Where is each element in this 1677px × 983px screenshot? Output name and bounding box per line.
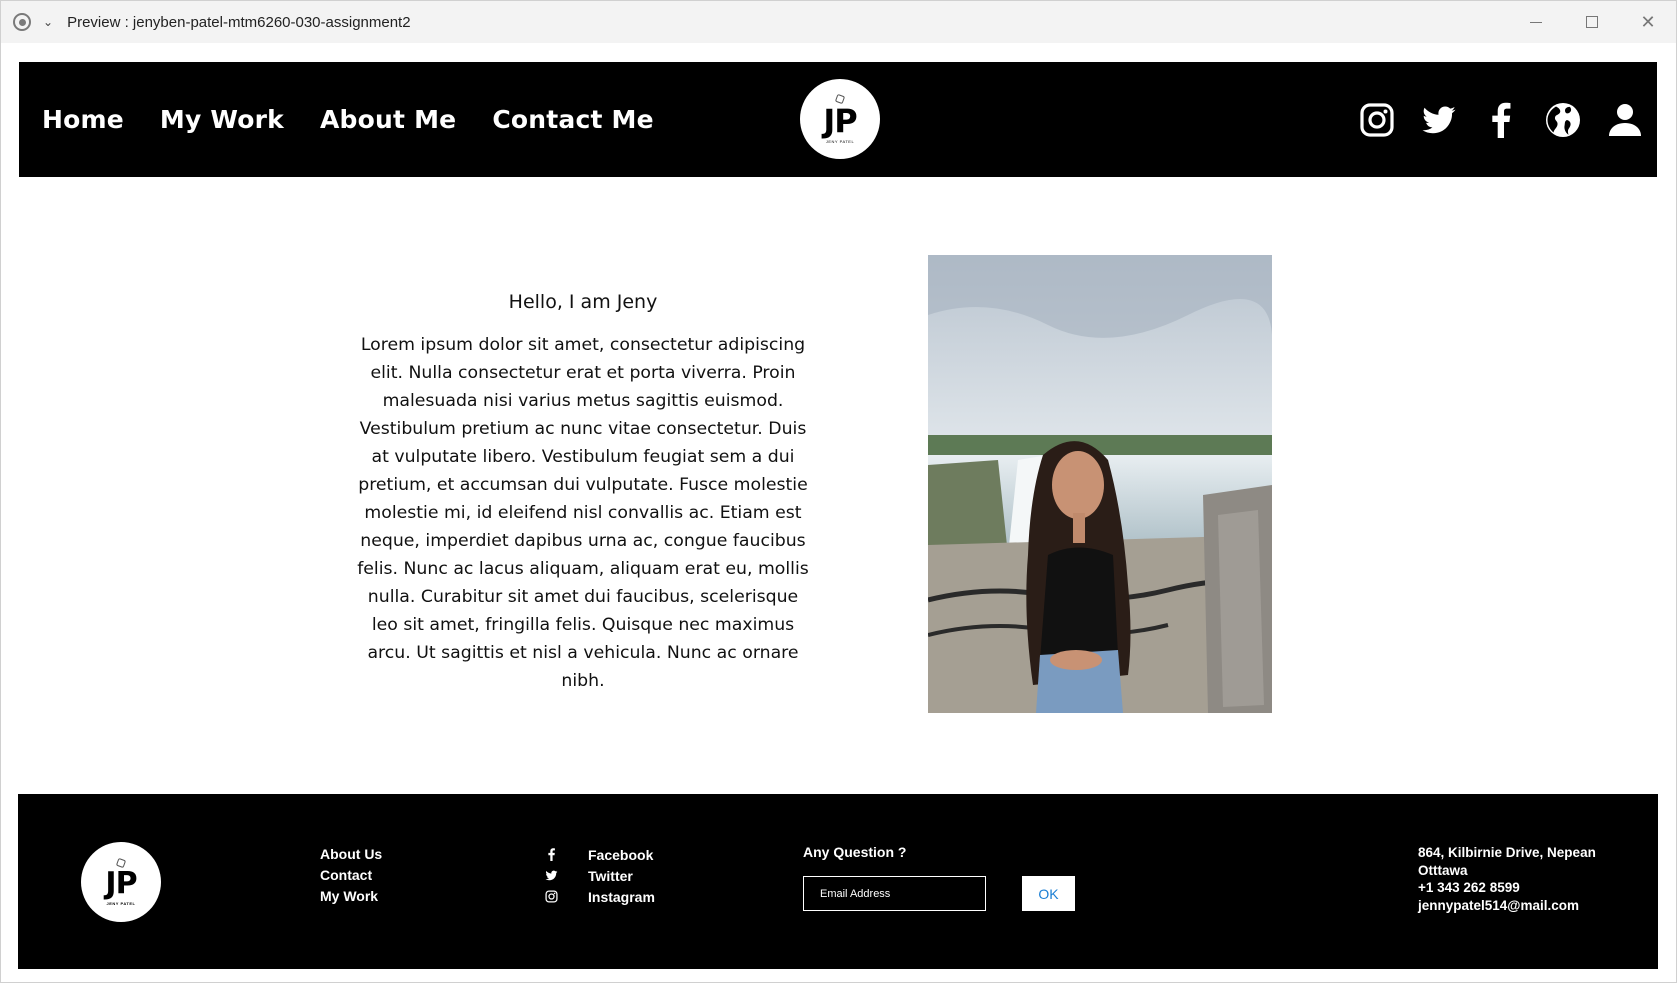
facebook-icon[interactable]	[1483, 102, 1519, 138]
footer-logo[interactable]: JP JENY PATEL	[81, 842, 161, 922]
logo-subtitle: JENY PATEL	[825, 138, 855, 144]
address-phone: +1 343 262 8599	[1418, 880, 1520, 895]
footer-link-about-us[interactable]: About Us	[320, 844, 382, 865]
address-line2: Otttawa	[1418, 862, 1468, 878]
footer-social-label[interactable]: Twitter	[588, 868, 633, 884]
close-icon: ✕	[1640, 11, 1656, 33]
header-logo[interactable]: JP JENY PATEL	[800, 79, 880, 159]
nav-home[interactable]: Home	[42, 105, 124, 134]
facebook-icon	[541, 848, 561, 861]
title-bar: ⌄ Preview : jenyben-patel-mtm6260-030-as…	[1, 1, 1676, 43]
footer-social-instagram[interactable]: Instagram	[541, 886, 655, 907]
nav-about-me[interactable]: About Me	[320, 105, 456, 134]
maximize-icon	[1586, 16, 1598, 28]
site-header: Home My Work About Me Contact Me JP JENY…	[19, 62, 1657, 177]
twitter-icon[interactable]	[1421, 102, 1457, 138]
main-nav: Home My Work About Me Contact Me	[42, 62, 690, 177]
footer-address: 864, Kilbirnie Drive, Nepean Otttawa +1 …	[1418, 844, 1596, 914]
intro-body: Lorem ipsum dolor sit amet, consectetur …	[357, 335, 809, 691]
profile-photo	[928, 255, 1272, 713]
intro-section: Hello, I am Jeny Lorem ipsum dolor sit a…	[356, 291, 810, 695]
globe-icon[interactable]	[1545, 102, 1581, 138]
footer-social-facebook[interactable]: Facebook	[541, 844, 655, 865]
footer-social-links: Facebook Twitter Instagram	[541, 844, 655, 907]
email-form: OK	[803, 876, 1075, 911]
intro-heading: Hello, I am Jeny	[508, 291, 658, 313]
footer-links: About Us Contact My Work	[320, 844, 382, 907]
address-line1: 864, Kilbirnie Drive, Nepean	[1418, 845, 1596, 860]
minimize-icon	[1530, 21, 1542, 23]
email-input[interactable]	[803, 876, 986, 911]
footer-social-twitter[interactable]: Twitter	[541, 865, 655, 886]
question-label: Any Question ?	[803, 844, 907, 860]
chevron-down-icon[interactable]: ⌄	[43, 16, 53, 28]
instagram-icon	[541, 890, 561, 903]
ok-button[interactable]: OK	[1022, 876, 1075, 911]
app-record-icon[interactable]	[13, 13, 31, 31]
logo-subtitle: JENY PATEL	[106, 900, 136, 906]
footer-social-label[interactable]: Facebook	[588, 847, 653, 863]
window-title: Preview : jenyben-patel-mtm6260-030-assi…	[67, 13, 411, 31]
preview-window: ⌄ Preview : jenyben-patel-mtm6260-030-as…	[0, 0, 1677, 983]
user-icon[interactable]	[1607, 102, 1643, 138]
logo-initials: JP	[823, 101, 857, 140]
logo-initials: JP	[105, 865, 137, 901]
twitter-icon	[541, 869, 561, 882]
header-social-icons	[1333, 62, 1643, 177]
footer-question: Any Question ? OK	[803, 844, 1075, 911]
nav-my-work[interactable]: My Work	[160, 105, 284, 134]
site-footer: JP JENY PATEL About Us Contact My Work F…	[18, 794, 1658, 969]
nav-contact-me[interactable]: Contact Me	[492, 105, 653, 134]
close-button[interactable]: ✕	[1620, 1, 1676, 43]
footer-social-label[interactable]: Instagram	[588, 889, 655, 905]
address-email: jennypatel514@mail.com	[1418, 897, 1579, 913]
maximize-button[interactable]	[1564, 1, 1620, 43]
footer-link-my-work[interactable]: My Work	[320, 886, 382, 907]
footer-link-contact[interactable]: Contact	[320, 865, 382, 886]
instagram-icon[interactable]	[1359, 102, 1395, 138]
minimize-button[interactable]	[1508, 1, 1564, 43]
